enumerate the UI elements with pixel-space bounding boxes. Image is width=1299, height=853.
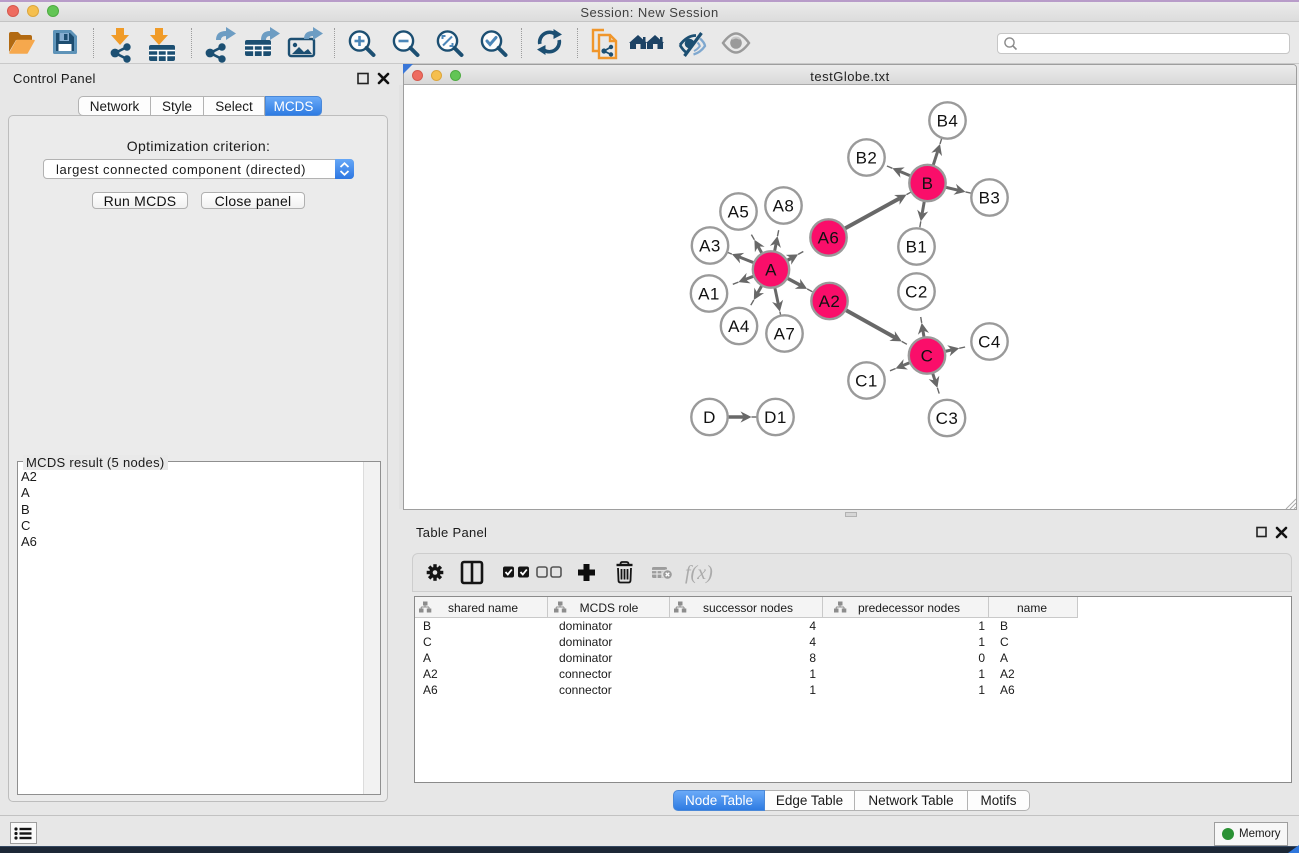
svg-text:C3: C3 <box>936 409 959 428</box>
svg-text:A8: A8 <box>773 197 795 216</box>
svg-text:MCDS role: MCDS role <box>580 601 639 615</box>
svg-text:shared name: shared name <box>448 601 518 615</box>
svg-text:A5: A5 <box>728 203 750 222</box>
svg-text:B4: B4 <box>937 112 959 131</box>
svg-text:A3: A3 <box>699 237 721 256</box>
svg-text:A7: A7 <box>774 325 796 344</box>
svg-text:C1: C1 <box>855 372 878 391</box>
svg-text:D1: D1 <box>764 408 787 427</box>
svg-text:C4: C4 <box>978 333 1001 352</box>
svg-text:C: C <box>921 347 934 366</box>
svg-text:B: B <box>922 174 934 193</box>
svg-text:name: name <box>1017 601 1047 615</box>
svg-text:predecessor nodes: predecessor nodes <box>858 601 960 615</box>
svg-text:B2: B2 <box>856 149 878 168</box>
svg-text:A6: A6 <box>818 229 840 248</box>
svg-text:C2: C2 <box>905 283 928 302</box>
svg-text:A1: A1 <box>698 285 720 304</box>
svg-text:D: D <box>703 408 716 427</box>
svg-text:B1: B1 <box>906 238 928 257</box>
svg-text:B3: B3 <box>979 189 1001 208</box>
svg-text:A: A <box>765 261 777 280</box>
svg-text:A4: A4 <box>728 317 750 336</box>
svg-text:successor nodes: successor nodes <box>703 601 793 615</box>
svg-text:A2: A2 <box>819 292 841 311</box>
svg-text:f(x): f(x) <box>685 562 713 584</box>
